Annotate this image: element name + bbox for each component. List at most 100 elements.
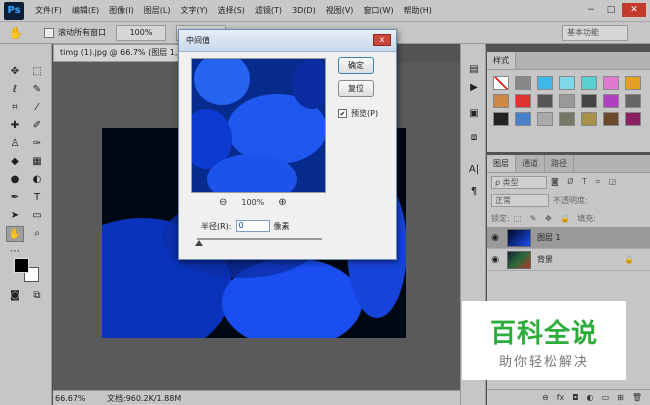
- lock-icons[interactable]: ⬚ ✎ ✥ 🔒: [514, 214, 574, 223]
- style-swatch[interactable]: [537, 76, 553, 90]
- quick-mask-icon[interactable]: ◙: [6, 288, 24, 304]
- style-swatch[interactable]: [559, 76, 575, 90]
- style-swatch[interactable]: [537, 112, 553, 126]
- adjustment-layer-icon[interactable]: ◐: [587, 393, 594, 402]
- healing-brush-tool-icon[interactable]: ✚: [6, 118, 24, 134]
- new-group-icon[interactable]: ▭: [602, 393, 610, 402]
- menu-file[interactable]: 文件(F): [30, 5, 67, 16]
- style-swatch[interactable]: [515, 94, 531, 108]
- dialog-close-button[interactable]: x: [373, 34, 391, 46]
- menu-3d[interactable]: 3D(D): [287, 6, 321, 15]
- pen-tool-icon[interactable]: ✒: [6, 190, 24, 206]
- lasso-tool-icon[interactable]: ℓ: [6, 82, 24, 98]
- filter-icons[interactable]: ◙ Ø T ⌗ ◲: [551, 177, 619, 187]
- style-swatch[interactable]: [581, 94, 597, 108]
- zoom-tool-icon[interactable]: ⌕: [28, 226, 46, 242]
- style-swatch[interactable]: [603, 112, 619, 126]
- reset-button[interactable]: 复位: [338, 80, 374, 97]
- layer-row[interactable]: ◉ 背景 🔒: [487, 249, 650, 271]
- gradient-tool-icon[interactable]: ▦: [28, 154, 46, 170]
- style-swatch[interactable]: [493, 112, 509, 126]
- menu-layer[interactable]: 图层(L): [139, 5, 176, 16]
- delete-layer-icon[interactable]: 🗑: [632, 393, 642, 402]
- screen-mode-icon[interactable]: ⧉: [28, 288, 46, 304]
- close-window-button[interactable]: ✕: [622, 3, 646, 17]
- foreground-color-swatch[interactable]: [14, 258, 29, 273]
- new-layer-icon[interactable]: ⊞: [617, 393, 624, 402]
- hand-tool-preset-icon[interactable]: ✋: [6, 24, 26, 42]
- zoom-in-icon[interactable]: ⊕: [278, 197, 286, 208]
- dodge-tool-icon[interactable]: ◐: [28, 172, 46, 188]
- menu-select[interactable]: 选择(S): [213, 5, 250, 16]
- style-swatch[interactable]: [559, 94, 575, 108]
- style-swatch[interactable]: [581, 112, 597, 126]
- dialog-title-bar[interactable]: 中间值 x: [179, 30, 396, 52]
- tab-styles[interactable]: 样式: [487, 52, 516, 69]
- fx-icon[interactable]: fx: [557, 393, 565, 402]
- hand-tool-icon[interactable]: ✋: [6, 226, 24, 242]
- link-layers-icon[interactable]: ⊖: [542, 393, 549, 402]
- brush-tool-icon[interactable]: ✐: [28, 118, 46, 134]
- style-swatch[interactable]: [537, 94, 553, 108]
- menu-help[interactable]: 帮助(H): [399, 5, 437, 16]
- style-swatch[interactable]: [603, 76, 619, 90]
- zoom-out-icon[interactable]: ⊖: [219, 197, 227, 208]
- properties-panel-icon[interactable]: ⧈: [465, 130, 483, 146]
- marquee-tool-icon[interactable]: ⬚: [28, 64, 46, 80]
- style-swatch[interactable]: [625, 112, 641, 126]
- zoom-100-button[interactable]: 100%: [116, 24, 166, 41]
- style-swatch[interactable]: [559, 112, 575, 126]
- visibility-eye-icon[interactable]: ◉: [487, 233, 503, 243]
- style-swatch[interactable]: [515, 76, 531, 90]
- add-mask-icon[interactable]: ◘: [572, 393, 578, 402]
- style-swatch[interactable]: [515, 112, 531, 126]
- history-brush-tool-icon[interactable]: ✑: [28, 136, 46, 152]
- path-select-tool-icon[interactable]: ➤: [6, 208, 24, 224]
- tab-paths[interactable]: 路径: [545, 155, 574, 172]
- crop-tool-icon[interactable]: ⌗: [6, 100, 24, 116]
- eyedropper-tool-icon[interactable]: ⁄: [28, 100, 46, 116]
- visibility-eye-icon[interactable]: ◉: [487, 255, 503, 265]
- blur-tool-icon[interactable]: ●: [6, 172, 24, 188]
- blend-mode-select[interactable]: 正常: [491, 193, 549, 207]
- minimize-button[interactable]: −: [582, 3, 600, 17]
- preview-checkbox[interactable]: ✔: [338, 109, 347, 118]
- move-tool-icon[interactable]: ✥: [6, 64, 24, 80]
- menu-window[interactable]: 窗口(W): [358, 5, 398, 16]
- menu-view[interactable]: 视图(V): [321, 5, 359, 16]
- tab-layers[interactable]: 图层: [487, 155, 516, 172]
- filter-preview[interactable]: [191, 58, 326, 193]
- clone-stamp-tool-icon[interactable]: ♙: [6, 136, 24, 152]
- menu-edit[interactable]: 编辑(E): [67, 5, 104, 16]
- quick-select-tool-icon[interactable]: ✎: [28, 82, 46, 98]
- actions-panel-icon[interactable]: ▶: [465, 80, 483, 96]
- style-swatch[interactable]: [603, 94, 619, 108]
- rectangle-tool-icon[interactable]: ▭: [28, 208, 46, 224]
- adjustments-panel-icon[interactable]: ▣: [465, 106, 483, 122]
- paragraph-panel-icon[interactable]: ¶: [465, 184, 483, 200]
- type-tool-icon[interactable]: T: [28, 190, 46, 206]
- menu-type[interactable]: 文字(Y): [175, 5, 212, 16]
- style-swatch[interactable]: [581, 76, 597, 90]
- radius-slider[interactable]: [197, 238, 322, 240]
- maximize-button[interactable]: □: [602, 3, 620, 17]
- style-swatch[interactable]: [625, 76, 641, 90]
- character-panel-icon[interactable]: A|: [465, 162, 483, 178]
- radius-input[interactable]: 0: [235, 220, 270, 232]
- layer-row[interactable]: ◉ 图层 1: [487, 227, 650, 249]
- style-swatch[interactable]: [493, 76, 509, 90]
- eraser-tool-icon[interactable]: ◆: [6, 154, 24, 170]
- style-swatch[interactable]: [493, 94, 509, 108]
- scroll-all-windows-checkbox[interactable]: [44, 27, 54, 38]
- status-zoom[interactable]: 66.67%: [53, 394, 93, 403]
- menu-filter[interactable]: 滤镜(T): [250, 5, 287, 16]
- menu-image[interactable]: 图像(I): [104, 5, 139, 16]
- style-swatch[interactable]: [625, 94, 641, 108]
- radius-slider-thumb[interactable]: [195, 240, 203, 246]
- ok-button[interactable]: 确定: [338, 57, 374, 74]
- preview-toggle[interactable]: ✔ 预览(P): [338, 108, 378, 119]
- layer-filter-select[interactable]: ρ 类型: [491, 175, 547, 189]
- workspace-select[interactable]: 基本功能: [562, 25, 628, 41]
- history-panel-icon[interactable]: ▤: [465, 62, 483, 78]
- tab-channels[interactable]: 通道: [516, 155, 545, 172]
